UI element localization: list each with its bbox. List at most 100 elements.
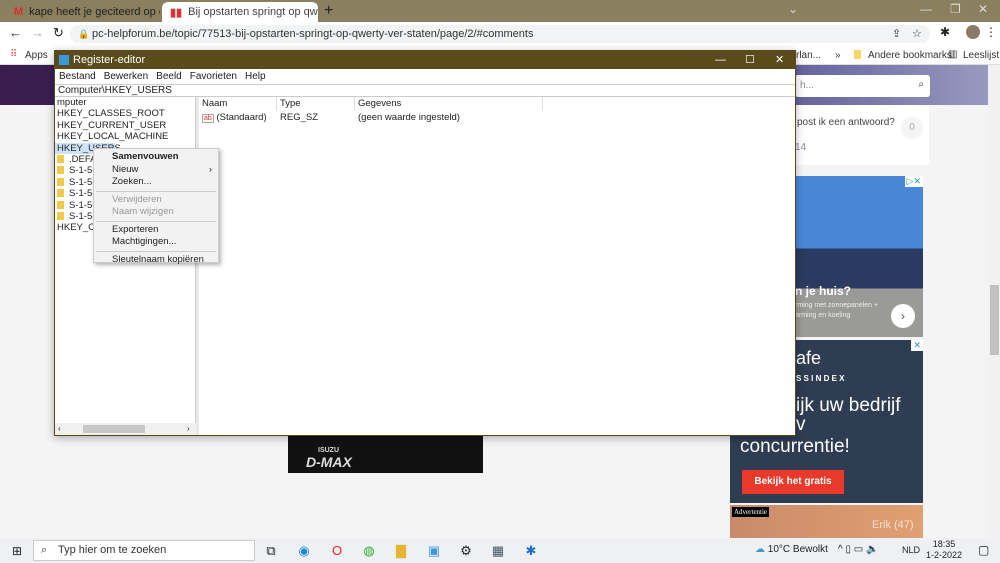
star-icon[interactable]: ☆ [912, 25, 922, 43]
menu-icon[interactable]: ⋮ [985, 25, 997, 39]
solar-ad[interactable]: n je huis? rming met zonnepanelen + armi… [795, 176, 923, 337]
folder-icon [57, 189, 64, 198]
apps-icon: ⠿ [10, 49, 18, 60]
activity-card[interactable]: post ik een antwoord? 14 0 [795, 105, 929, 165]
reading-list[interactable]: Leeslijst [963, 50, 999, 61]
menu-bar: Bestand Bewerken Beeld Favorieten Help [55, 69, 795, 84]
scrollbar-thumb[interactable] [83, 425, 145, 433]
taskbar-search-input[interactable]: ⌕ Typ hier om te zoeken [33, 540, 255, 561]
chrome-icon[interactable]: ◍ [358, 541, 380, 561]
menu-separator [96, 190, 216, 192]
reply-count: 0 [901, 117, 923, 139]
folder-icon [854, 50, 861, 59]
tree-node[interactable]: HKEY_CLASSES_ROOT [55, 108, 195, 119]
menu-bewerken[interactable]: Bewerken [104, 69, 148, 84]
context-menu-item[interactable]: Sleutelnaam kopiëren [94, 254, 218, 267]
forward-icon[interactable]: → [31, 25, 44, 40]
folder-icon [57, 154, 64, 163]
context-menu-item[interactable]: Nieuw › [94, 164, 218, 177]
folder-icon [57, 211, 64, 220]
notifications-icon[interactable]: ▢ [978, 543, 989, 557]
regedit-taskbar-icon[interactable]: ✱ [520, 541, 542, 561]
reading-list-icon: ▥ [948, 49, 958, 60]
calculator-icon[interactable]: ▦ [487, 541, 509, 561]
gmail-icon: M [14, 6, 24, 18]
language-indicator[interactable]: NLD [902, 545, 920, 555]
tree-node[interactable]: mputer [55, 97, 195, 108]
back-icon[interactable]: ← [9, 25, 22, 40]
context-menu: Samenvouwen Nieuw › Zoeken... Verwijderen Naa… [93, 148, 219, 265]
person-ad[interactable]: Advertentie Erik (47) [730, 505, 923, 538]
edge-icon[interactable]: ◉ [293, 541, 315, 561]
table-row[interactable]: ab (Standaard) [199, 112, 267, 124]
regedit-icon [59, 55, 69, 65]
menu-favorieten[interactable]: Favorieten [190, 69, 237, 84]
tab-forum[interactable]: ▮▮Bij opstarten springt op qwerty v✕ [162, 2, 318, 22]
more-bookmarks[interactable]: » [835, 50, 841, 61]
dmax-ad[interactable]: ISUZU D-MAX [288, 435, 483, 473]
extensions-icon[interactable]: ✱ [940, 25, 950, 39]
task-view-icon[interactable]: ⧉ [260, 541, 282, 561]
app-icon[interactable]: ▣ [423, 541, 445, 561]
minimize-button[interactable]: — [715, 51, 726, 69]
context-menu-item: Naam wijzigen [112, 206, 174, 217]
bookmark-item[interactable]: rlan... [796, 50, 821, 61]
scroll-left-icon[interactable]: ‹ [58, 424, 61, 433]
close-ad-icon[interactable]: ✕ [911, 340, 923, 351]
chevron-right-icon: › [208, 163, 212, 175]
tree-node[interactable]: HKEY_LOCAL_MACHINE [55, 131, 195, 142]
tree-hscrollbar[interactable]: ‹ › [55, 423, 196, 435]
context-menu-item[interactable]: Zoeken... [94, 176, 218, 189]
lock-icon: 🔒 [78, 29, 90, 39]
tab-gmail[interactable]: Mkape heeft je geciteerd op een v✕ [6, 2, 160, 22]
tab-search-icon[interactable]: ⌄ [788, 2, 798, 16]
column-gegevens[interactable]: Gegevens [355, 97, 543, 111]
column-naam[interactable]: Naam [199, 97, 277, 111]
context-menu-item[interactable]: Samenvouwen [94, 151, 218, 164]
address-bar[interactable]: 🔒 pc-helpforum.be/topic/77513-bij-opstart… [70, 25, 930, 43]
reload-icon[interactable]: ↻ [53, 25, 64, 41]
menu-beeld[interactable]: Beeld [156, 69, 182, 84]
clock[interactable]: 18:35 1-2-2022 [926, 539, 962, 561]
maximize-button[interactable]: ☐ [745, 51, 755, 69]
address-path[interactable]: Computer\HKEY_USERS [55, 84, 795, 97]
minimize-button[interactable]: — [920, 2, 932, 16]
context-menu-item[interactable]: Exporteren [94, 224, 218, 237]
context-menu-item[interactable]: Machtigingen... [94, 236, 218, 249]
start-icon[interactable]: ⊞ [12, 544, 22, 558]
scroll-right-icon[interactable]: › [187, 424, 190, 433]
menu-help[interactable]: Help [245, 69, 266, 84]
folder-icon [57, 200, 64, 209]
bookmark-other[interactable]: Andere bookmarks [868, 50, 952, 61]
weather-widget[interactable]: ☁ 10°C Bewolkt [755, 544, 828, 555]
menu-separator [96, 220, 216, 222]
title-bar: Register-editor — ☐ ✕ [55, 51, 795, 69]
tray-icons[interactable]: ^ ▯ ▭ 🔈 [838, 544, 878, 555]
column-type[interactable]: Type [277, 97, 355, 111]
settings-icon[interactable]: ⚙ [455, 541, 477, 561]
close-button[interactable]: ✕ [775, 51, 784, 69]
tree-node[interactable]: HKEY_CURRENT_USER [55, 120, 195, 131]
bookmark-apps[interactable]: Apps [25, 50, 48, 61]
page-scrollbar-thumb[interactable] [990, 285, 999, 355]
avatar[interactable] [966, 25, 980, 39]
new-tab-button[interactable]: + [324, 2, 333, 20]
weather-icon: ☁ [755, 544, 765, 555]
forum-icon: ▮▮ [170, 6, 183, 19]
cta-button[interactable]: Bekijk het gratis [742, 470, 844, 494]
string-value-icon: ab [202, 114, 214, 123]
next-icon[interactable]: › [891, 304, 915, 328]
menu-separator [96, 250, 216, 252]
search-icon: ⌕ [41, 544, 48, 556]
opera-icon[interactable]: O [326, 541, 348, 561]
file-explorer-icon[interactable]: ▇ [390, 541, 412, 561]
adchoices-close-icon[interactable]: ▷✕ [904, 176, 923, 187]
site-search-input[interactable]: h... ⌕ [795, 75, 930, 97]
menu-bestand[interactable]: Bestand [59, 69, 96, 84]
close-button[interactable]: ✕ [978, 2, 988, 16]
search-icon[interactable]: ⌕ [918, 79, 924, 90]
maximize-button[interactable]: ❐ [950, 2, 961, 16]
share-icon[interactable]: ⇪ [892, 25, 901, 43]
folder-icon [57, 166, 64, 175]
context-menu-item: Verwijderen [112, 193, 162, 205]
